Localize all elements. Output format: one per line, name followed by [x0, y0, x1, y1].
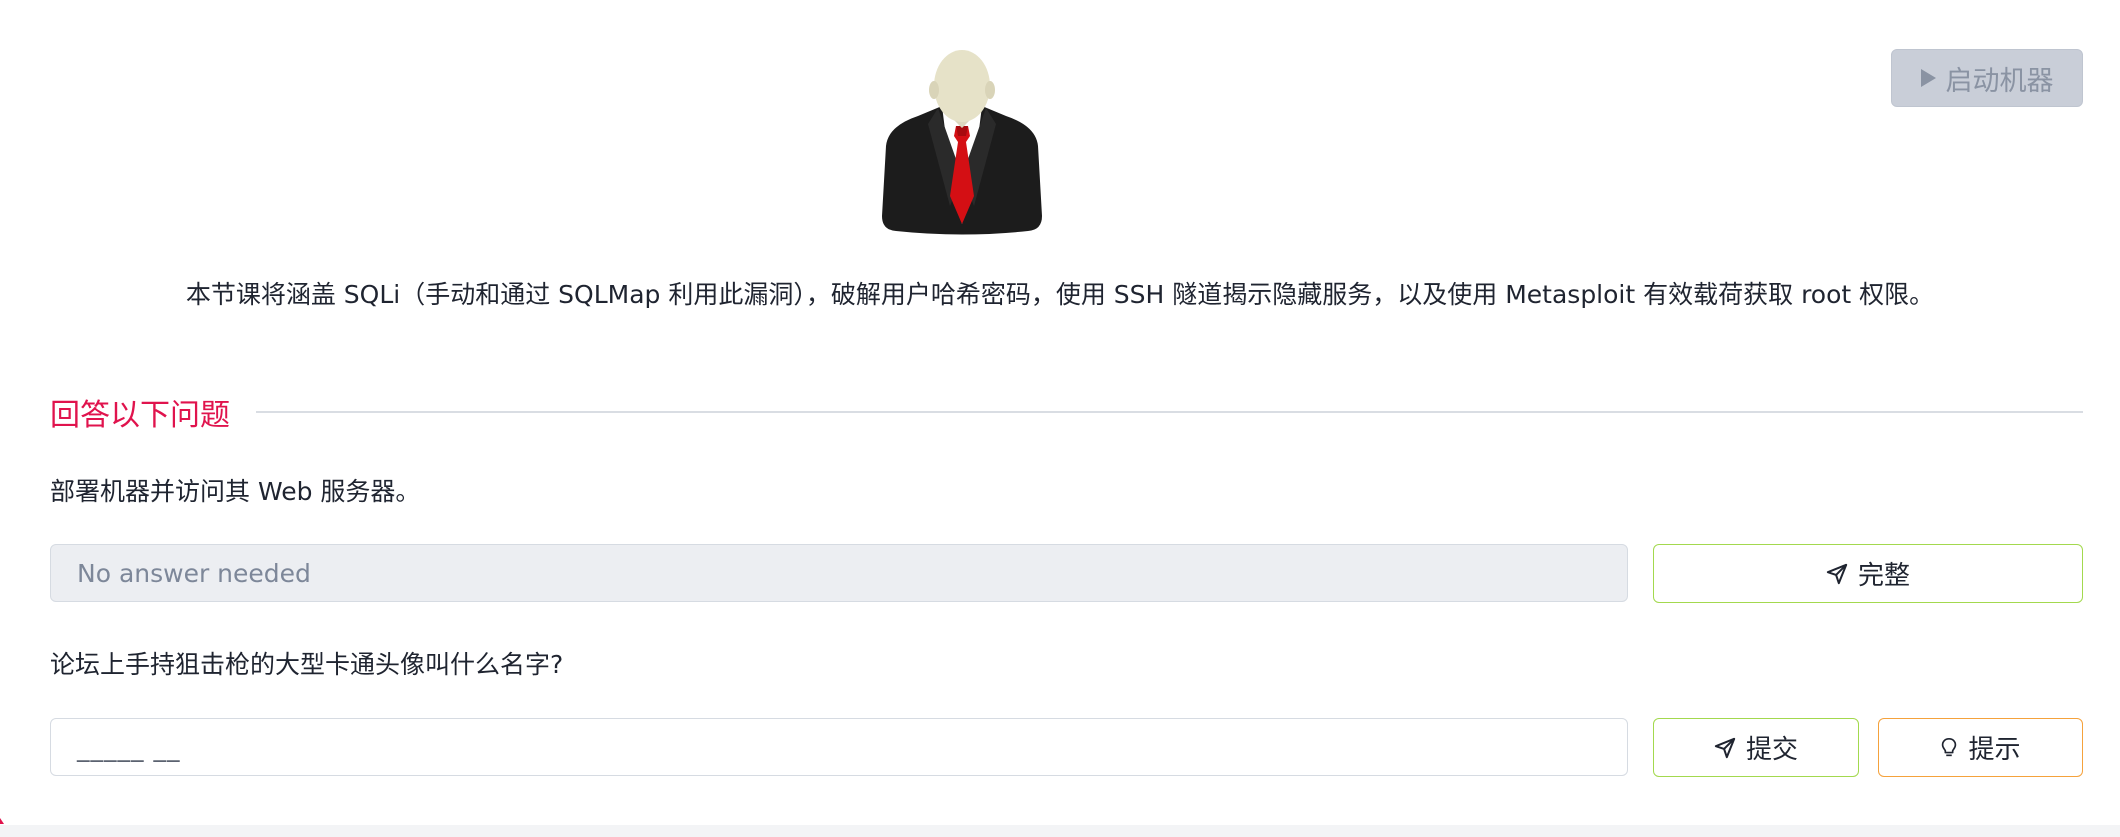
question-text: 部署机器并访问其 Web 服务器。: [50, 477, 421, 506]
play-icon: [1920, 69, 1936, 87]
agent-silhouette-icon: [882, 50, 1042, 235]
paper-plane-icon: [1714, 737, 1736, 758]
task-avatar-image: [878, 46, 1046, 236]
answer-input[interactable]: _____ __: [50, 718, 1628, 776]
room-task-page: 启动机器 本节课将涵盖 SQLi（手动和通过 SQLMap 利用此漏洞），破解用…: [0, 0, 2120, 837]
bottom-strip: [0, 825, 2120, 837]
start-machine-button[interactable]: 启动机器: [1891, 49, 2083, 107]
section-divider: [256, 411, 2083, 413]
corner-mark: [0, 818, 4, 824]
start-machine-label: 启动机器: [1945, 65, 2054, 97]
questions-section-header: 回答以下问题: [50, 387, 2083, 437]
submit-button[interactable]: 提交: [1653, 718, 1859, 777]
complete-button-label: 完整: [1857, 561, 1910, 591]
section-title: 回答以下问题: [50, 398, 230, 433]
lightbulb-icon: [1942, 737, 1957, 756]
answer-field-disabled: No answer needed: [50, 544, 1628, 602]
paper-plane-icon: [1826, 563, 1848, 584]
question-text: 论坛上手持狙击枪的大型卡通头像叫什么名字?: [50, 650, 564, 679]
task-intro-text: 本节课将涵盖 SQLi（手动和通过 SQLMap 利用此漏洞），破解用户哈希密码…: [185, 280, 1935, 309]
submit-button-label: 提交: [1745, 735, 1798, 765]
hint-button[interactable]: 提示: [1878, 718, 2083, 777]
complete-button[interactable]: 完整: [1653, 544, 2083, 603]
hint-button-label: 提示: [1968, 735, 2021, 765]
